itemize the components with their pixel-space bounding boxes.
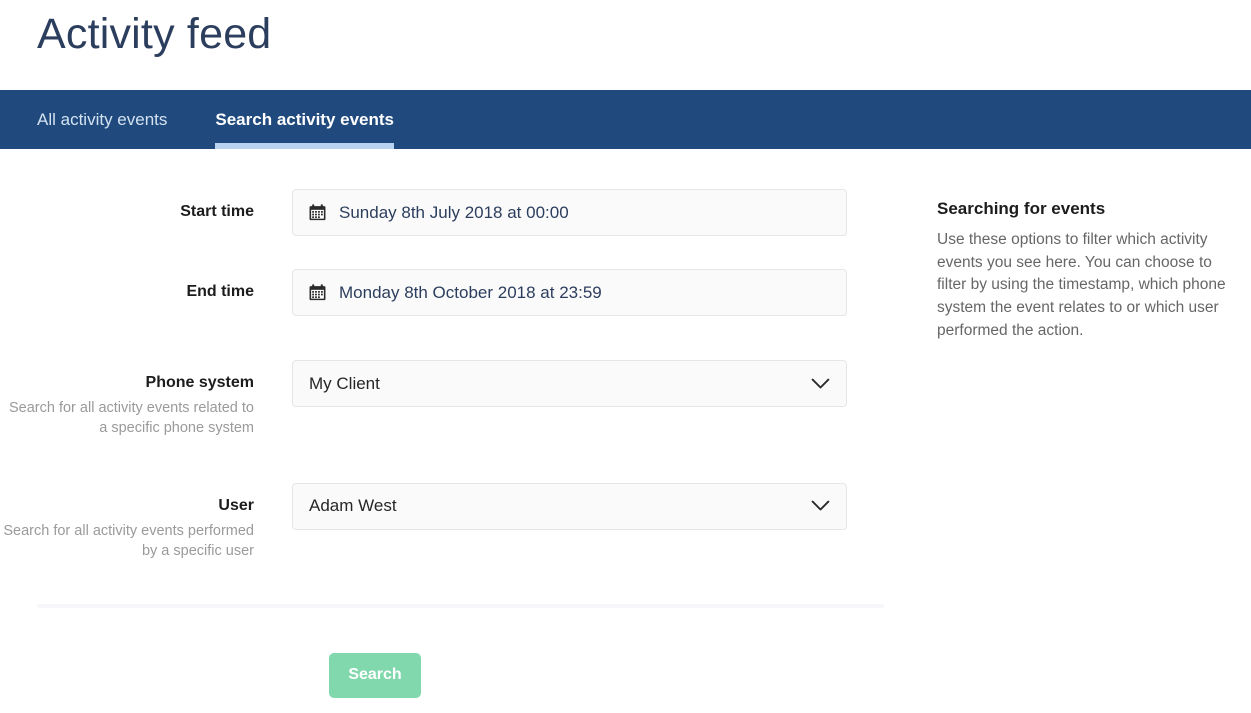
end-time-input[interactable]: Monday 8th October 2018 at 23:59 — [292, 269, 847, 316]
help-panel: Searching for events Use these options t… — [884, 189, 1251, 586]
calendar-icon — [309, 284, 326, 301]
phone-system-label-wrap: Phone system Search for all activity eve… — [0, 360, 292, 439]
chevron-down-icon — [811, 500, 830, 512]
user-label: User — [218, 496, 254, 514]
user-label-wrap: User Search for all activity events perf… — [0, 483, 292, 562]
tab-bar: All activity events Search activity even… — [0, 90, 1251, 149]
phone-system-value: My Client — [309, 373, 380, 393]
help-panel-body: Use these options to filter which activi… — [937, 231, 1226, 339]
end-time-label: End time — [186, 283, 254, 300]
phone-system-label: Phone system — [145, 374, 254, 391]
end-time-label-wrap: End time — [0, 269, 292, 303]
active-tab-indicator — [215, 143, 394, 149]
tab-search-activity-events[interactable]: Search activity events — [215, 90, 394, 149]
tab-all-activity-events[interactable]: All activity events — [37, 90, 191, 149]
field-row-user: User Search for all activity events perf… — [0, 482, 884, 562]
search-filter-form: Start time Sunday 8th July 2018 at 00:00… — [0, 189, 884, 586]
start-time-label: Start time — [180, 203, 254, 220]
user-select[interactable]: Adam West — [292, 482, 847, 530]
calendar-icon — [309, 204, 326, 221]
field-row-start-time: Start time Sunday 8th July 2018 at 00:00 — [0, 189, 884, 236]
end-time-control: Monday 8th October 2018 at 23:59 — [292, 269, 847, 316]
start-time-label-wrap: Start time — [0, 189, 292, 223]
help-panel-title: Searching for events — [937, 199, 1106, 218]
user-help: Search for all activity events performed… — [3, 522, 254, 560]
chevron-down-icon — [811, 378, 830, 390]
search-button[interactable]: Search — [329, 652, 421, 698]
start-time-value: Sunday 8th July 2018 at 00:00 — [339, 203, 569, 222]
page-title: Activity feed — [37, 10, 272, 58]
field-row-phone-system: Phone system Search for all activity eve… — [0, 360, 884, 439]
start-time-control: Sunday 8th July 2018 at 00:00 — [292, 189, 847, 236]
user-value: Adam West — [309, 496, 397, 516]
tab-all-activity-events-label: All activity events — [37, 109, 168, 129]
start-time-input[interactable]: Sunday 8th July 2018 at 00:00 — [292, 189, 847, 236]
tab-search-activity-events-label: Search activity events — [215, 109, 394, 129]
phone-system-control: My Client — [292, 360, 847, 407]
main-content: Start time Sunday 8th July 2018 at 00:00… — [0, 149, 1251, 586]
end-time-value: Monday 8th October 2018 at 23:59 — [339, 283, 602, 302]
user-control: Adam West — [292, 482, 847, 530]
form-actions: Search — [0, 608, 1251, 698]
phone-system-select[interactable]: My Client — [292, 360, 847, 407]
field-row-end-time: End time Monday 8th October 2018 at 23:5… — [0, 269, 884, 316]
phone-system-help: Search for all activity events related t… — [8, 399, 254, 437]
